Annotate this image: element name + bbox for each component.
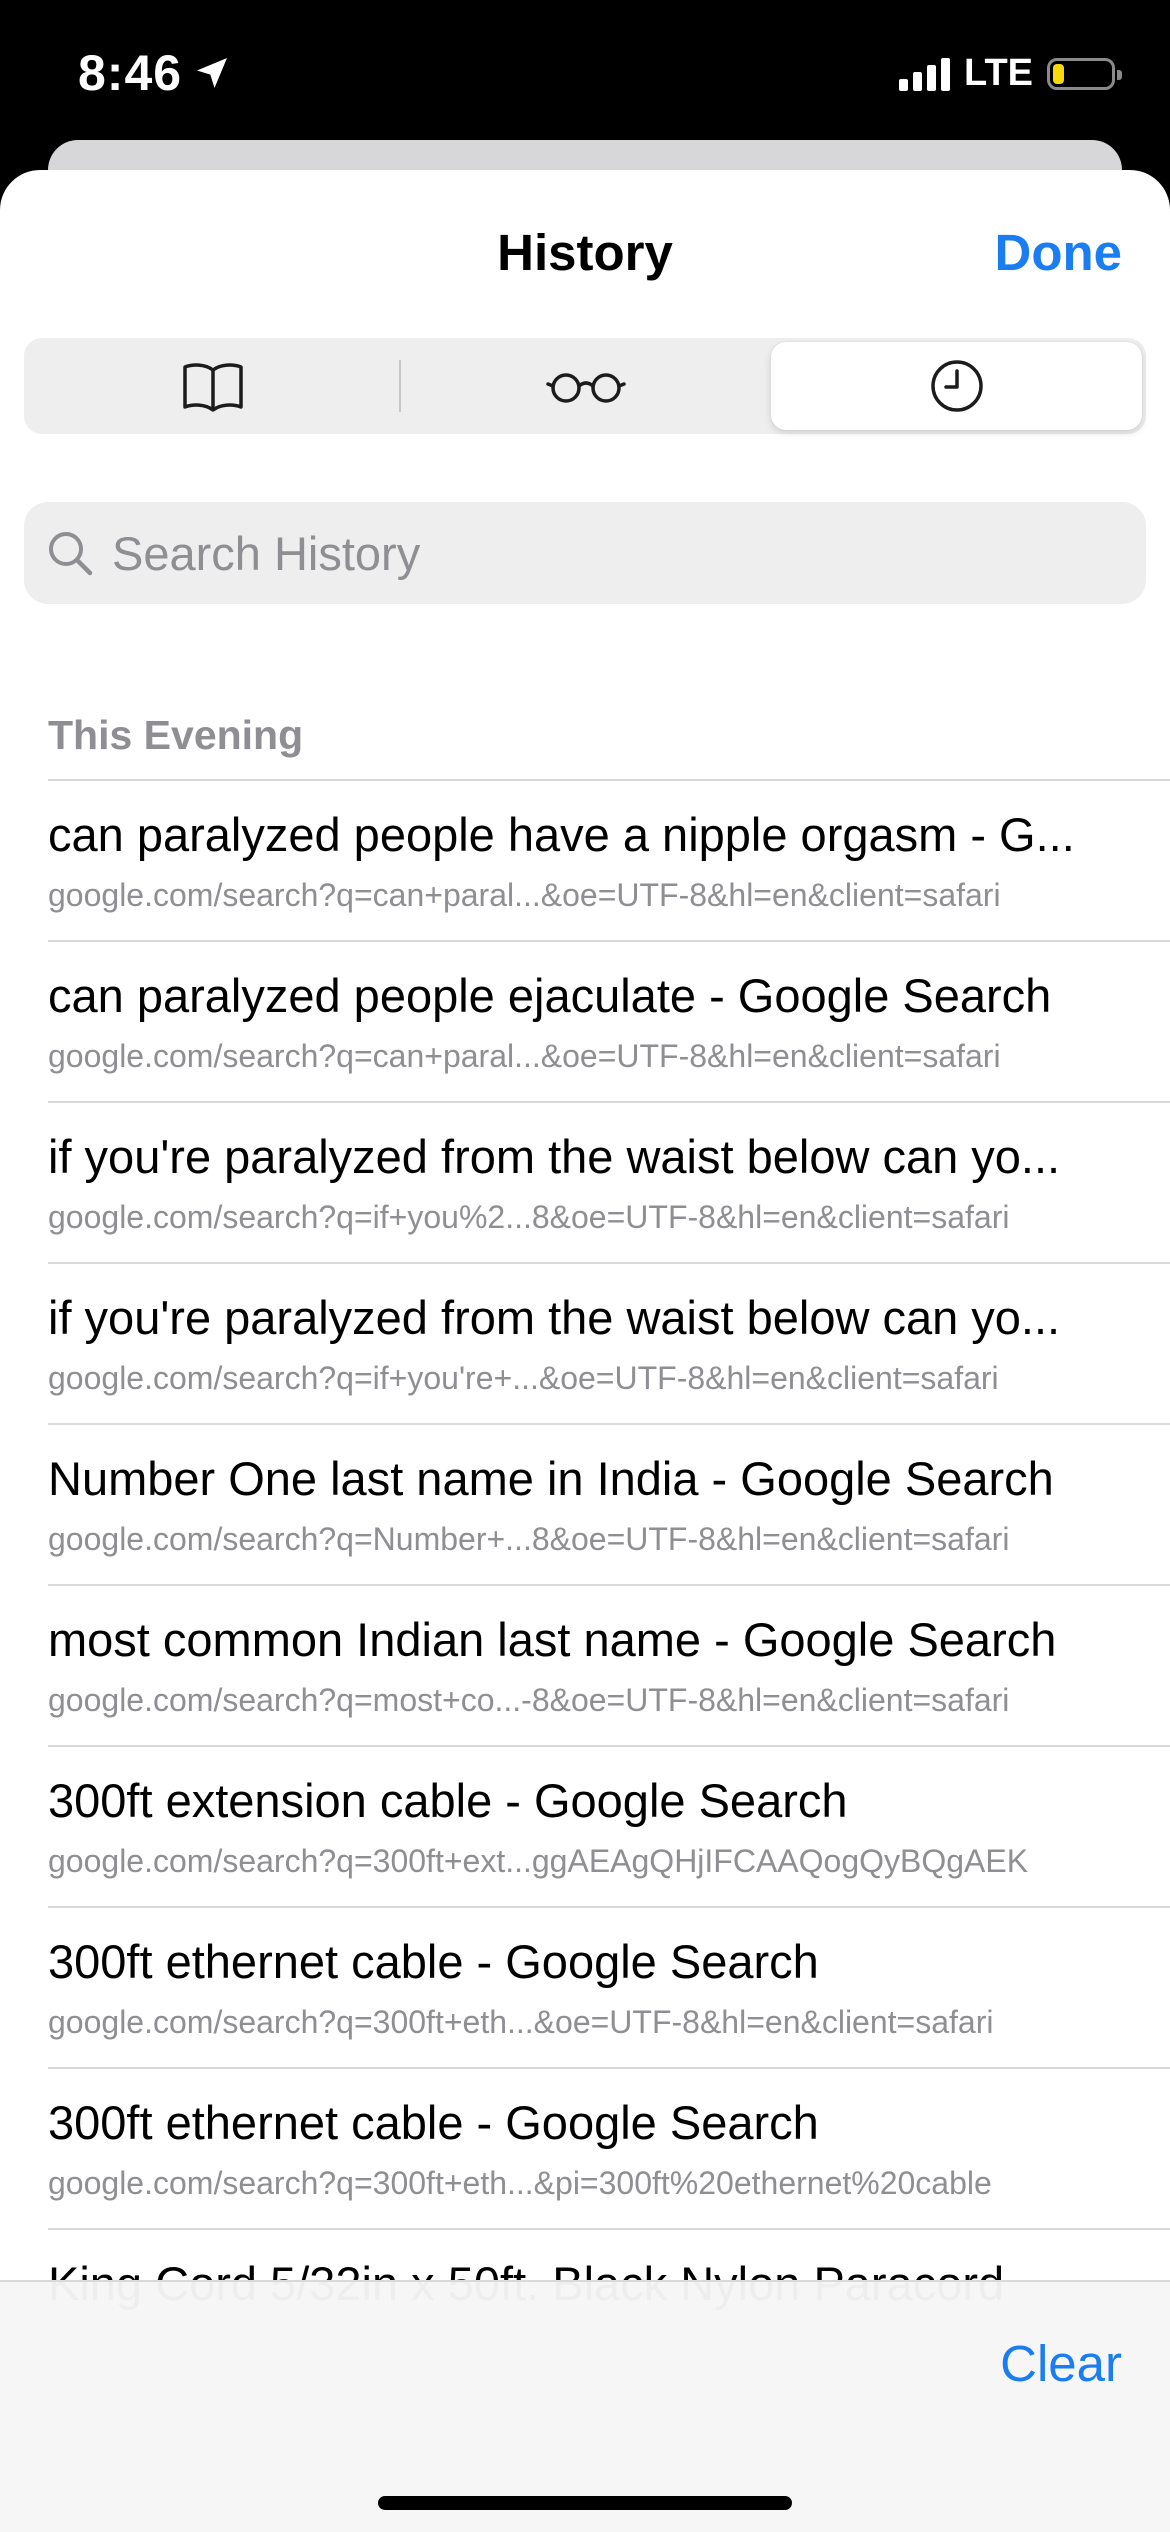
battery-icon [1047,57,1122,90]
clear-button[interactable]: Clear [1000,2334,1122,2393]
history-item-url: google.com/search?q=300ft+eth...&oe=UTF-… [48,2004,994,2040]
history-item-title: can paralyzed people have a nipple orgas… [48,808,1075,861]
network-label: LTE [964,52,1033,94]
book-icon [183,363,244,412]
history-item-url: google.com/search?q=if+you%2...8&oe=UTF-… [48,1199,1010,1235]
tab-history[interactable] [771,342,1143,430]
status-right: LTE [899,52,1122,95]
history-sheet: History Done Search History This Evening… [0,170,1170,2532]
history-item-title: can paralyzed people ejaculate - Google … [48,969,1052,1022]
history-item-title: if you're paralyzed from the waist below… [48,1130,1061,1183]
history-item[interactable]: 300ft ethernet cable - Google Search goo… [48,2067,1170,2228]
home-indicator[interactable] [378,2496,792,2510]
section-header: This Evening [48,712,304,758]
history-item-title: Number One last name in India - Google S… [48,1452,1054,1505]
history-item-url: google.com/search?q=Number+...8&oe=UTF-8… [48,1521,1010,1557]
history-item[interactable]: most common Indian last name - Google Se… [48,1584,1170,1745]
history-item-url: google.com/search?q=300ft+eth...&pi=300f… [48,2165,992,2201]
history-item[interactable]: if you're paralyzed from the waist below… [48,1101,1170,1262]
battery-fill [1053,63,1065,84]
history-item-title: 300ft ethernet cable - Google Search [48,2096,819,2149]
segmented-control [24,338,1146,434]
history-item[interactable]: can paralyzed people have a nipple orgas… [48,779,1170,940]
battery-cap [1117,69,1122,80]
search-icon [49,532,93,576]
history-item-url: google.com/search?q=if+you're+...&oe=UTF… [48,1360,999,1396]
location-arrow-icon [197,58,228,88]
history-item-url: google.com/search?q=can+paral...&oe=UTF-… [48,877,1001,913]
history-item-title: 300ft extension cable - Google Search [48,1774,848,1827]
history-item[interactable]: 300ft extension cable - Google Search go… [48,1745,1170,1906]
clock-icon [930,360,983,412]
status-time: 8:46 [78,44,232,102]
history-item-url: google.com/search?q=can+paral...&oe=UTF-… [48,1038,1001,1074]
search-field[interactable] [24,502,1146,604]
history-item[interactable]: if you're paralyzed from the waist below… [48,1262,1170,1423]
history-item-title: if you're paralyzed from the waist below… [48,1291,1061,1344]
time-label: 8:46 [78,45,183,101]
history-item-title: 300ft ethernet cable - Google Search [48,1935,819,1988]
bottom-toolbar: Clear [0,2280,1170,2532]
history-list: can paralyzed people have a nipple orgas… [48,779,1170,2389]
history-item[interactable]: can paralyzed people ejaculate - Google … [48,940,1170,1101]
tab-bookmarks[interactable] [28,342,399,430]
status-bar: 8:46 LTE [0,0,1170,150]
history-item-title: most common Indian last name - Google Se… [48,1613,1057,1666]
tab-reading-list[interactable] [401,342,772,430]
history-item-url: google.com/search?q=most+co...-8&oe=UTF-… [48,1682,1010,1718]
history-item-url: google.com/search?q=300ft+ext...ggAEAgQH… [48,1843,1029,1879]
screen: 8:46 LTE History Done Search History Thi… [0,0,1170,2532]
glasses-icon [546,373,626,403]
history-item[interactable]: Number One last name in India - Google S… [48,1423,1170,1584]
search-input[interactable] [110,524,1094,582]
done-button[interactable]: Done [995,223,1123,282]
history-item[interactable]: 300ft ethernet cable - Google Search goo… [48,1906,1170,2067]
cellular-signal-icon [899,57,951,91]
nav-bar: History Done [0,170,1170,340]
